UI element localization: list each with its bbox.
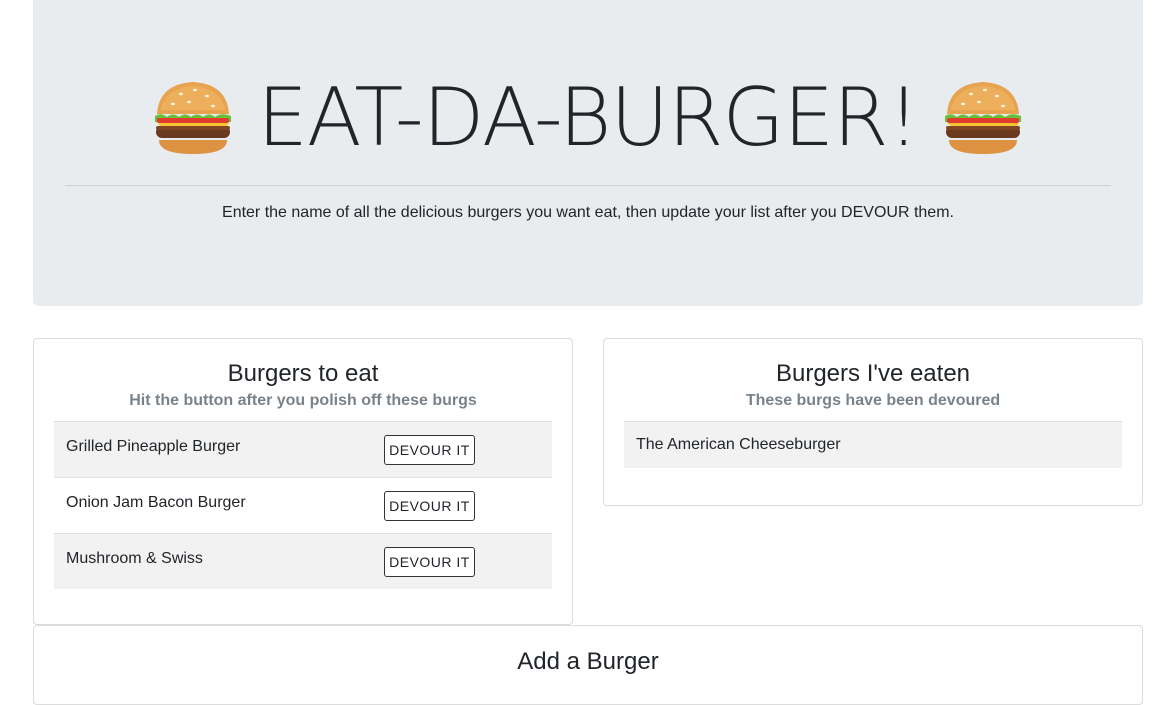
burger-icon bbox=[941, 76, 1025, 160]
burger-icon bbox=[151, 76, 235, 160]
burger-name: Onion Jam Bacon Burger bbox=[66, 493, 246, 511]
header-jumbotron: EAT-DA-BURGER! Enter the name of all the… bbox=[33, 0, 1143, 306]
add-burger-card: Add a Burger bbox=[33, 625, 1143, 705]
devour-button[interactable]: DEVOUR IT bbox=[384, 491, 475, 521]
page-subtitle: Enter the name of all the delicious burg… bbox=[222, 204, 954, 221]
list-item: Mushroom & Swiss DEVOUR IT bbox=[54, 533, 552, 589]
eaten-subtitle: These burgs have been devoured bbox=[745, 392, 1001, 409]
list-item: Grilled Pineapple Burger DEVOUR IT bbox=[54, 421, 552, 477]
burgers-eaten-card: Burgers I've eaten These burgs have been… bbox=[603, 338, 1143, 506]
eaten-list: The American Cheeseburger bbox=[624, 421, 1122, 468]
list-item: The American Cheeseburger bbox=[624, 421, 1122, 468]
to-eat-subtitle: Hit the button after you polish off thes… bbox=[129, 392, 477, 409]
to-eat-list: Grilled Pineapple Burger DEVOUR IT Onion… bbox=[54, 421, 552, 589]
burgers-to-eat-card: Burgers to eat Hit the button after you … bbox=[33, 338, 573, 625]
add-burger-title: Add a Burger bbox=[517, 648, 659, 675]
title-row: EAT-DA-BURGER! bbox=[33, 66, 1143, 170]
page-title: EAT-DA-BURGER! bbox=[257, 71, 919, 164]
devour-button[interactable]: DEVOUR IT bbox=[384, 435, 475, 465]
burger-name: Grilled Pineapple Burger bbox=[66, 437, 241, 455]
burger-name: Mushroom & Swiss bbox=[66, 549, 203, 567]
eaten-title: Burgers I've eaten bbox=[775, 360, 971, 387]
to-eat-title: Burgers to eat bbox=[227, 360, 379, 387]
divider bbox=[65, 185, 1111, 186]
burger-name: The American Cheeseburger bbox=[636, 436, 841, 453]
list-item: Onion Jam Bacon Burger DEVOUR IT bbox=[54, 477, 552, 533]
devour-button[interactable]: DEVOUR IT bbox=[384, 547, 475, 577]
